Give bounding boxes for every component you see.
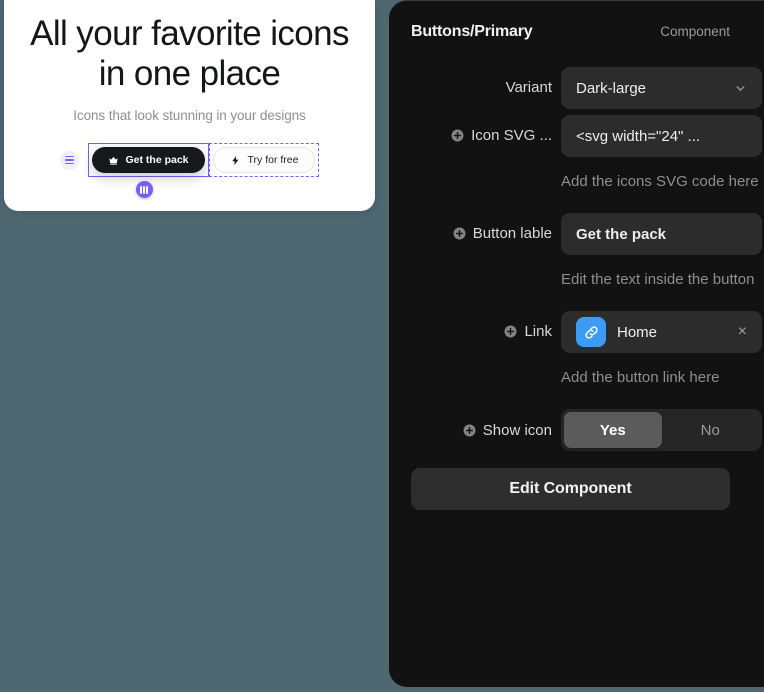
lightning-bolt-icon bbox=[230, 155, 241, 166]
drag-lines-icon[interactable] bbox=[59, 150, 79, 170]
try-for-free-button[interactable]: Try for free bbox=[212, 147, 316, 173]
link-field-col: Home × Add the button link here bbox=[561, 311, 762, 403]
link-label-text: Link bbox=[524, 323, 552, 340]
icon-svg-value: <svg width="24" ... bbox=[576, 127, 701, 145]
panel-header: Buttons/Primary Component bbox=[411, 23, 762, 41]
link-chain-icon bbox=[576, 317, 606, 347]
show-icon-label: Show icon bbox=[411, 422, 561, 439]
preview-card: All your favorite icons in one place Ico… bbox=[4, 0, 375, 211]
circle-plus-icon[interactable] bbox=[463, 424, 476, 437]
button-label-label: Button lable bbox=[411, 213, 561, 242]
row-button-label: Button lable Get the pack Edit the text … bbox=[411, 213, 762, 305]
variant-select[interactable]: Dark-large bbox=[561, 67, 762, 109]
button-label-input[interactable]: Get the pack bbox=[561, 213, 762, 255]
link-value: Home bbox=[617, 323, 658, 341]
properties-panel: Buttons/Primary Component Variant Dark-l… bbox=[389, 0, 764, 687]
primary-button-selection[interactable]: Get the pack bbox=[87, 143, 209, 177]
panel-title: Buttons/Primary bbox=[411, 23, 533, 40]
close-icon[interactable]: × bbox=[734, 324, 747, 340]
variant-label: Variant bbox=[411, 67, 561, 96]
variant-value: Dark-large bbox=[576, 79, 647, 97]
hero-title: All your favorite icons in one place bbox=[30, 14, 349, 93]
link-chip[interactable]: Home × bbox=[576, 317, 747, 347]
icon-svg-field-col: <svg width="24" ... Add the icons SVG co… bbox=[561, 115, 762, 207]
row-show-icon: Show icon Yes No bbox=[411, 409, 762, 451]
get-the-pack-button[interactable]: Get the pack bbox=[91, 147, 205, 173]
show-icon-label-text: Show icon bbox=[482, 421, 552, 439]
icon-svg-input[interactable]: <svg width="24" ... bbox=[561, 115, 762, 157]
resize-bars-icon[interactable] bbox=[135, 181, 153, 198]
variant-label-text: Variant bbox=[505, 79, 552, 96]
variant-field-col: Dark-large bbox=[561, 67, 762, 109]
secondary-button-selection[interactable]: Try for free bbox=[208, 143, 320, 177]
circle-plus-icon[interactable] bbox=[504, 325, 517, 338]
show-icon-toggle[interactable]: Yes No bbox=[561, 409, 762, 451]
link-label: Link bbox=[411, 311, 561, 340]
hero-subtitle: Icons that look stunning in your designs bbox=[73, 108, 306, 123]
circle-plus-icon[interactable] bbox=[453, 227, 466, 240]
icon-svg-label-text: Icon SVG ... bbox=[471, 127, 552, 144]
try-for-free-label: Try for free bbox=[247, 154, 299, 166]
get-the-pack-label: Get the pack bbox=[125, 154, 189, 166]
edit-component-button[interactable]: Edit Component bbox=[411, 468, 730, 510]
button-label-field-col: Get the pack Edit the text inside the bu… bbox=[561, 213, 762, 305]
circle-plus-icon[interactable] bbox=[451, 129, 464, 142]
row-link: Link Home × Add the button link here bbox=[411, 311, 762, 403]
cta-row: Get the pack Try for free bbox=[59, 143, 320, 198]
show-icon-option-yes[interactable]: Yes bbox=[564, 412, 662, 448]
link-input[interactable]: Home × bbox=[561, 311, 762, 353]
row-variant: Variant Dark-large bbox=[411, 67, 762, 109]
link-helper: Add the button link here bbox=[561, 369, 720, 386]
show-icon-option-no[interactable]: No bbox=[662, 412, 760, 448]
button-label-helper: Edit the text inside the button bbox=[561, 271, 755, 288]
button-label-value: Get the pack bbox=[576, 225, 667, 243]
icon-svg-label: Icon SVG ... bbox=[411, 115, 561, 144]
panel-kind-label: Component bbox=[660, 24, 730, 39]
button-label-label-text: Button lable bbox=[472, 225, 552, 242]
crown-icon bbox=[108, 155, 119, 166]
row-icon-svg: Icon SVG ... <svg width="24" ... Add the… bbox=[411, 115, 762, 207]
icon-svg-helper: Add the icons SVG code here bbox=[561, 173, 759, 190]
chevron-down-icon bbox=[734, 82, 747, 95]
show-icon-field-col: Yes No bbox=[561, 409, 762, 451]
